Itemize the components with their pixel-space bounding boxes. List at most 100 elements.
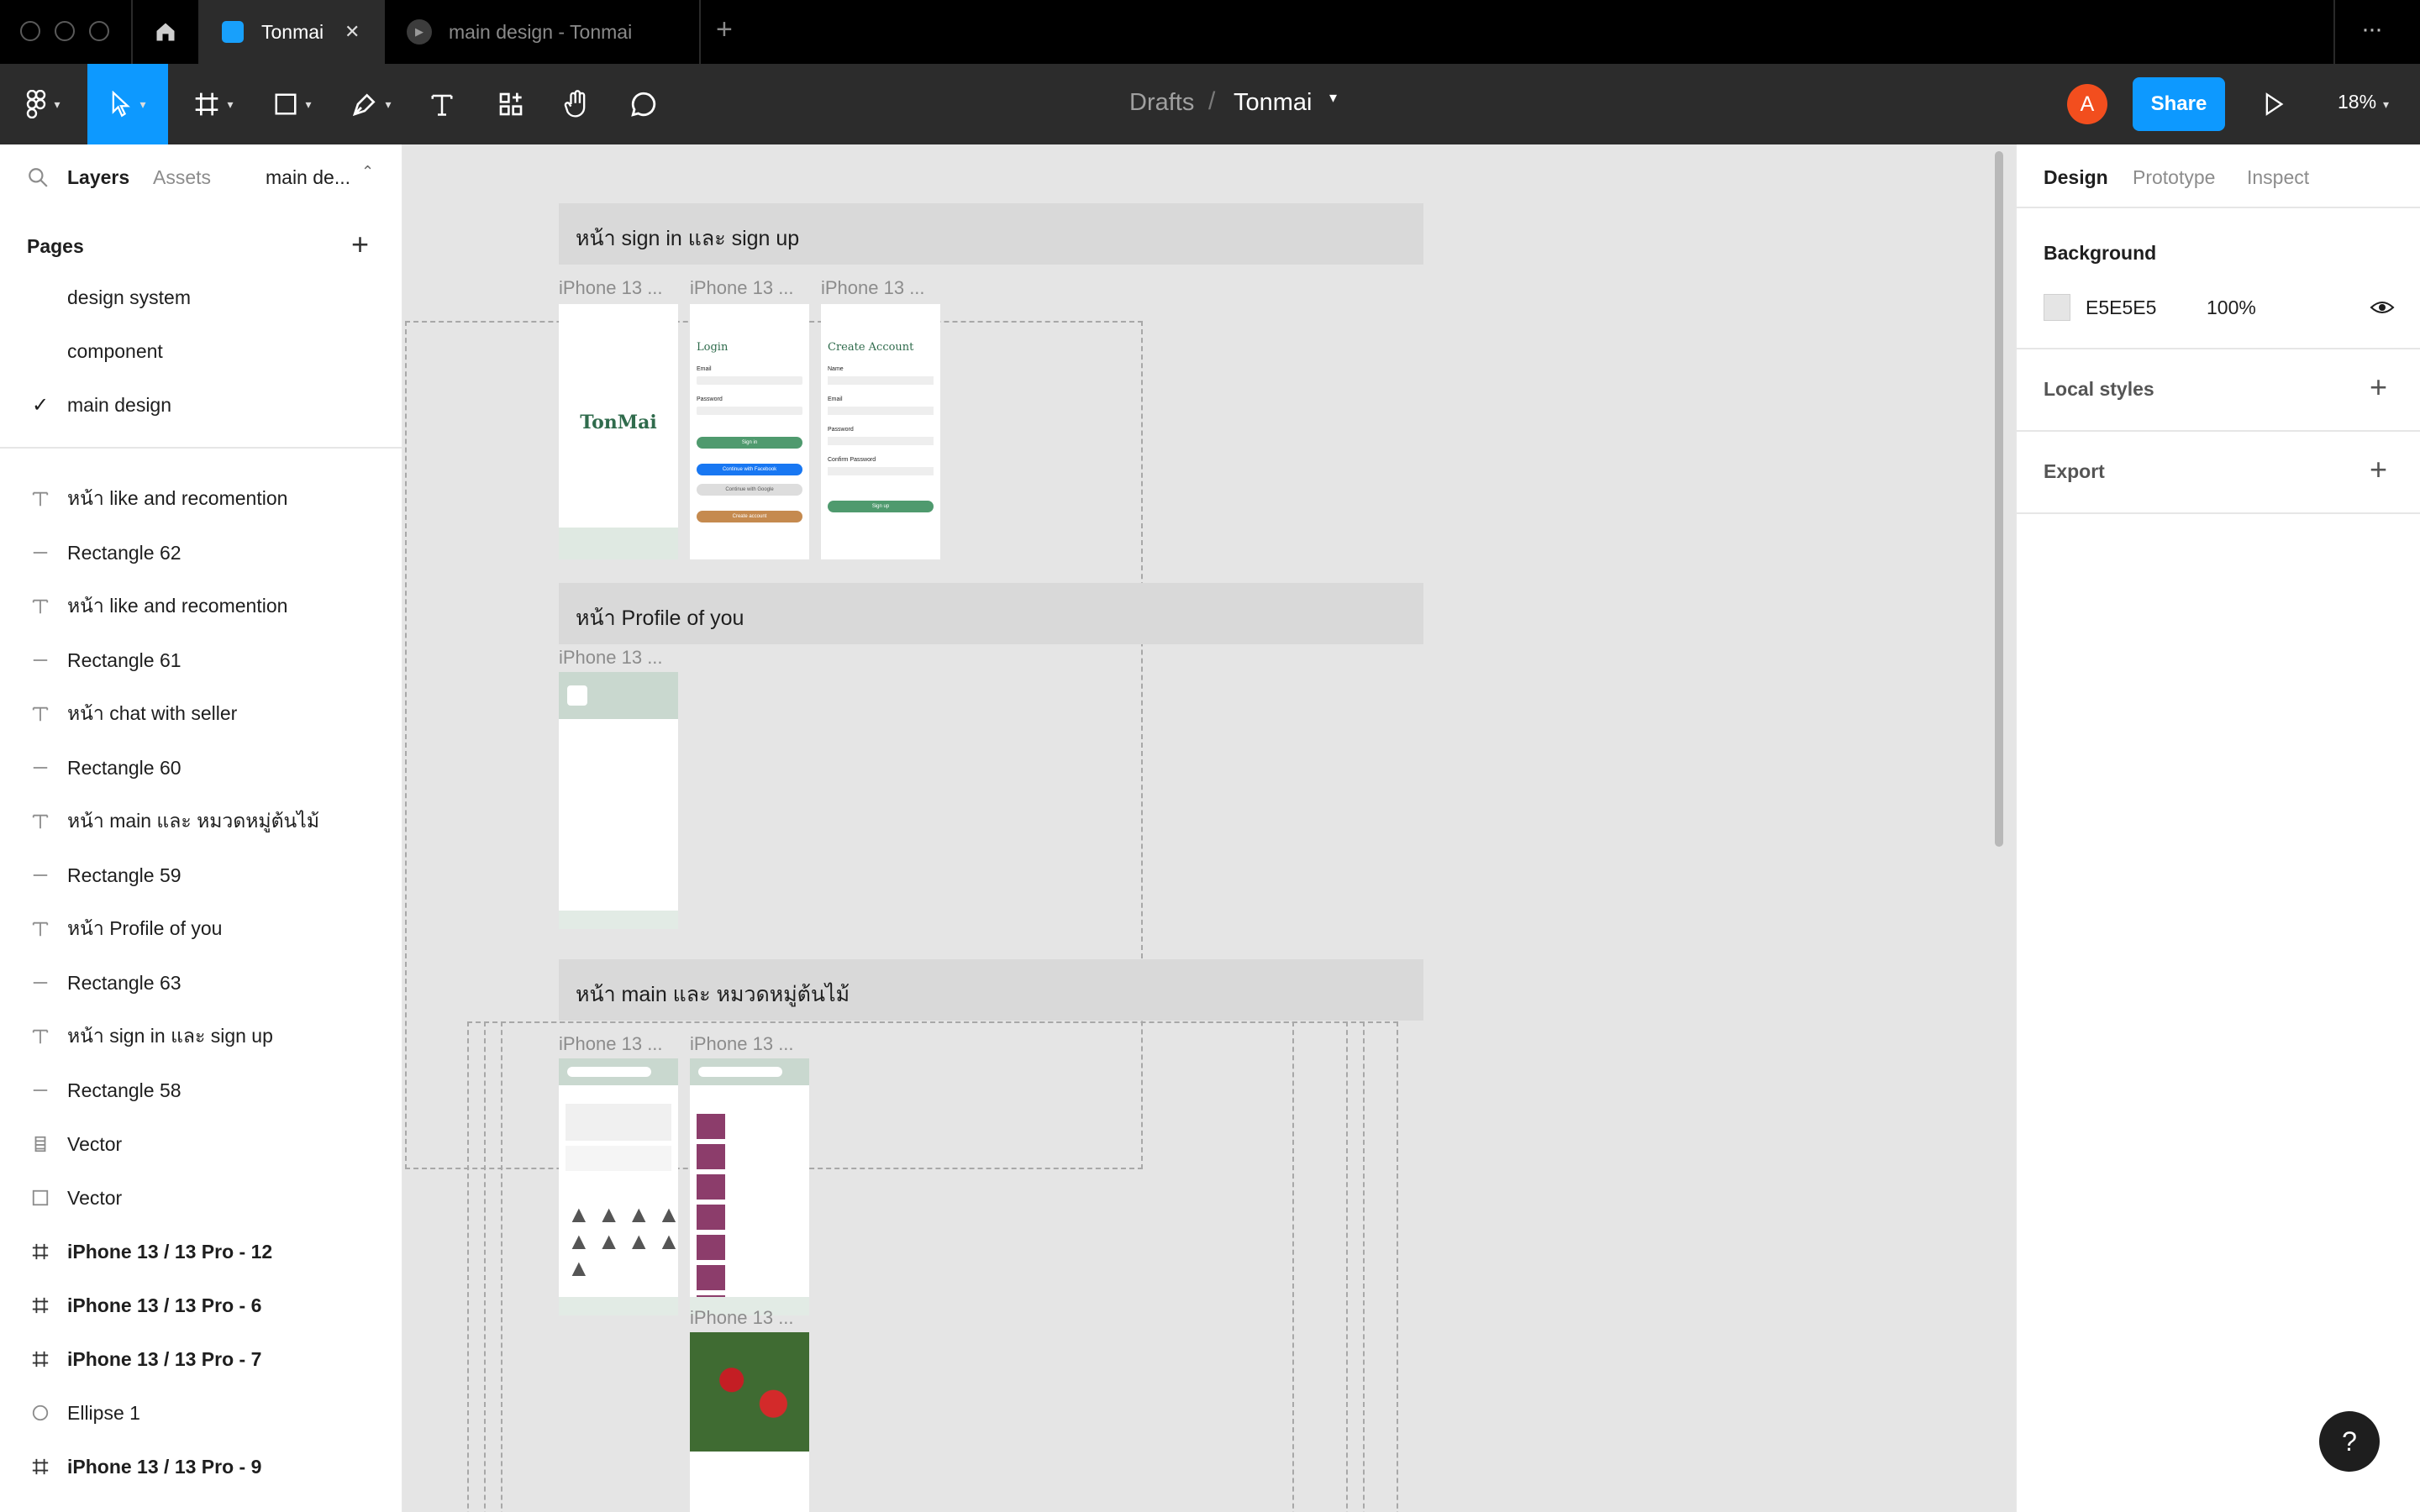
add-export-icon[interactable]: + — [2370, 452, 2387, 487]
home-button[interactable] — [133, 0, 198, 64]
tab-layers[interactable]: Layers — [67, 166, 129, 189]
layer-item[interactable]: หน้า chat with seller — [0, 687, 402, 741]
section-title: หน้า Profile of you — [576, 606, 744, 630]
window-minimize-dot[interactable] — [55, 21, 75, 41]
new-tab-button[interactable]: + — [716, 13, 733, 46]
page-item[interactable]: component — [0, 324, 402, 378]
layer-item[interactable]: Rectangle 62 — [0, 526, 402, 580]
window-zoom-dot[interactable] — [89, 21, 109, 41]
main-menu-button[interactable]: ▾ — [13, 64, 72, 144]
file-menu-chevron-icon[interactable]: ▾ — [1329, 89, 1337, 107]
canvas-scrollbar[interactable] — [1995, 151, 2003, 847]
file-name[interactable]: Tonmai — [1234, 89, 1313, 117]
chevron-up-icon[interactable]: ⌃ — [361, 163, 374, 181]
resources-tool-button[interactable] — [492, 64, 529, 144]
phone-frame-product-detail[interactable] — [690, 1332, 809, 1512]
layer-item[interactable]: iPhone 13 / 13 Pro - 9 — [0, 1440, 402, 1494]
line-icon — [29, 971, 52, 995]
login-password-label: Password — [697, 396, 723, 402]
comment-tool-button[interactable] — [625, 64, 662, 144]
text-tool-button[interactable] — [424, 64, 460, 144]
breadcrumb-drafts[interactable]: Drafts — [1129, 89, 1194, 117]
frame-label[interactable]: iPhone 13 ... — [559, 1033, 663, 1055]
layer-item[interactable]: หน้า Profile of you — [0, 902, 402, 956]
background-opacity-input[interactable]: 100% — [2207, 297, 2256, 319]
window-close-dot[interactable] — [20, 21, 40, 41]
eye-icon[interactable] — [2370, 297, 2395, 318]
create-name-label: Name — [828, 366, 844, 372]
layer-item[interactable]: iPhone 13 / 13 Pro - 12 — [0, 1225, 402, 1278]
section-banner-sign-in[interactable]: หน้า sign in และ sign up — [559, 203, 1423, 265]
tab-assets[interactable]: Assets — [153, 166, 211, 189]
page-item[interactable]: design system — [0, 270, 402, 324]
layer-item[interactable]: Rectangle 61 — [0, 633, 402, 687]
add-page-icon[interactable]: + — [351, 227, 369, 262]
layer-item[interactable]: Rectangle 58 — [0, 1063, 402, 1117]
layer-item[interactable]: หน้า main และ หมวดหมู่ต้นไม้ — [0, 795, 402, 848]
hand-tool-button[interactable] — [558, 64, 595, 144]
layer-item[interactable]: หน้า like and recomention — [0, 472, 402, 526]
frame-label[interactable]: iPhone 13 ... — [559, 277, 663, 299]
layer-item[interactable]: หน้า like and recomention — [0, 580, 402, 633]
frame-label[interactable]: iPhone 13 ... — [690, 1307, 794, 1329]
phone-frame-login[interactable]: Login Email Password Sign in Continue wi… — [690, 304, 809, 559]
phone-frame-create-account[interactable]: Create Account Name Email Password Confi… — [821, 304, 940, 559]
local-styles-heading: Local styles — [2044, 378, 2154, 400]
phone-frame-main[interactable]: ▲▲▲▲ ▲▲▲▲ ▲ — [559, 1058, 678, 1315]
pen-tool-button[interactable]: ▾ — [339, 64, 403, 144]
section-banner-profile[interactable]: หน้า Profile of you — [559, 583, 1423, 644]
text-icon — [29, 917, 52, 941]
pages-heading: Pages — [27, 235, 84, 257]
layer-item[interactable]: Vector — [0, 1117, 402, 1171]
layer-item[interactable]: iPhone 13 / 13 Pro - 7 — [0, 1332, 402, 1386]
layer-label: Vector — [67, 1186, 123, 1209]
close-tab-icon[interactable]: ✕ — [345, 21, 360, 43]
layer-item[interactable]: iPhone 13 / 13 Pro - 8 — [0, 1494, 402, 1512]
tab-tonmai[interactable]: Tonmai ✕ — [200, 0, 385, 64]
product-photo — [690, 1332, 809, 1452]
background-color-swatch[interactable] — [2044, 294, 2070, 321]
layer-item[interactable]: Rectangle 63 — [0, 956, 402, 1010]
search-icon[interactable] — [27, 166, 49, 188]
phone-frame-profile[interactable] — [559, 672, 678, 929]
cursor-icon — [113, 91, 131, 118]
line-icon — [29, 541, 52, 564]
page-item[interactable]: ✓ main design — [0, 378, 402, 432]
tab-inspect[interactable]: Inspect — [2247, 166, 2309, 189]
frame-label[interactable]: iPhone 13 ... — [690, 1033, 794, 1055]
layer-item[interactable]: Rectangle 59 — [0, 848, 402, 902]
frame-label[interactable]: iPhone 13 ... — [559, 647, 663, 669]
shape-tool-button[interactable]: ▾ — [260, 64, 324, 144]
properties-panel: Design Prototype Inspect Background E5E5… — [2015, 144, 2420, 1512]
phone-frame-splash[interactable]: TonMai — [559, 304, 678, 559]
frame-tool-button[interactable]: ▾ — [182, 64, 245, 144]
tab-prototype[interactable]: Prototype — [2133, 166, 2215, 189]
present-button[interactable] — [2255, 64, 2292, 144]
avatar[interactable]: A — [2067, 84, 2107, 124]
background-hex-input[interactable]: E5E5E5 — [2086, 297, 2156, 319]
tab-design[interactable]: Design — [2044, 166, 2108, 189]
phone-frame-category-list[interactable] — [690, 1058, 809, 1315]
app-menu-button[interactable]: ··· — [2361, 15, 2383, 44]
share-button[interactable]: Share — [2133, 77, 2225, 131]
layer-item[interactable]: iPhone 13 / 13 Pro - 6 — [0, 1278, 402, 1332]
layer-item[interactable]: Ellipse 1 — [0, 1386, 402, 1440]
frame-label[interactable]: iPhone 13 ... — [821, 277, 925, 299]
background-heading: Background — [2044, 242, 2157, 264]
page-selector[interactable]: main de... — [266, 166, 350, 189]
layer-item[interactable]: หน้า sign in และ sign up — [0, 1010, 402, 1063]
move-tool-button[interactable]: ▾ — [87, 64, 168, 144]
profile-avatar — [567, 685, 587, 706]
layer-item[interactable]: Vector — [0, 1171, 402, 1225]
tab-main-design[interactable]: ▶ main design - Tonmai — [387, 0, 699, 64]
layer-item[interactable]: Rectangle 60 — [0, 741, 402, 795]
add-local-style-icon[interactable]: + — [2370, 370, 2387, 405]
login-title: Login — [697, 341, 729, 354]
help-button[interactable]: ? — [2319, 1411, 2380, 1472]
frame-icon — [196, 92, 218, 116]
frame-label[interactable]: iPhone 13 ... — [690, 277, 794, 299]
zoom-level[interactable]: 18% ▾ — [2338, 91, 2389, 113]
category-thumbnails — [697, 1114, 725, 1307]
section-title: หน้า sign in และ sign up — [576, 227, 800, 250]
section-banner-main[interactable]: หน้า main และ หมวดหมู่ต้นไม้ — [559, 959, 1423, 1021]
